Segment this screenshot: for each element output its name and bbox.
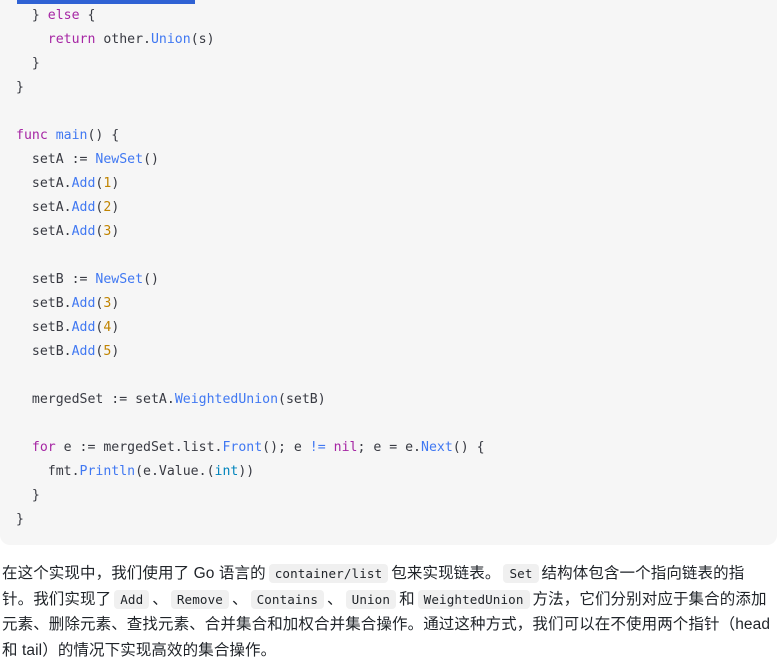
code-token-plain: )	[111, 200, 120, 215]
code-token-fn: Front	[222, 440, 263, 455]
code-token-kw: for	[31, 440, 56, 455]
code-line: func main() {	[16, 124, 485, 148]
explanation-paragraph: 在这个实现中，我们使用了 Go 语言的 container/list 包来实现链表。…	[0, 561, 777, 663]
code-token-fn: Add	[71, 320, 96, 335]
prose-text: 、	[152, 590, 168, 608]
code-token-plain: }	[31, 56, 40, 71]
code-line: setB := NewSet()	[16, 268, 485, 292]
code-token-fn: Add	[71, 200, 96, 215]
code-token-fn: NewSet	[95, 152, 144, 167]
code-token-plain: }	[16, 80, 24, 95]
inline-code-chip: Union	[345, 589, 397, 609]
code-token-fn: Union	[150, 32, 191, 47]
code-line: setB.Add(4)	[16, 316, 485, 340]
inline-code-chip: container/list	[268, 564, 389, 583]
code-line: mergedSet := setA.WeightedUnion(setB)	[16, 388, 485, 412]
code-line: }	[16, 52, 485, 76]
code-line: setA.Add(1)	[16, 172, 485, 196]
code-token-plain: ()	[143, 272, 159, 287]
code-token-plain: ; e = e.	[357, 440, 421, 455]
prose-text: 、	[231, 590, 248, 608]
code-token-plain: )	[111, 296, 120, 311]
code-token-plain: }	[31, 8, 48, 23]
code-line: setA.Add(3)	[16, 220, 485, 244]
code-token-plain: setB.	[31, 344, 72, 359]
code-token-op: !=	[309, 440, 326, 455]
code-token-kw: nil	[333, 440, 358, 455]
code-line: for e := mergedSet.list.Front(); e != ni…	[16, 436, 485, 460]
code-token-plain: setB.	[31, 296, 72, 311]
code-line: }	[16, 76, 485, 100]
code-line: return other.Union(s)	[16, 28, 485, 52]
code-line: } else {	[16, 4, 485, 28]
code-token-type: int	[214, 464, 239, 479]
inline-code-chip: Remove	[170, 589, 229, 609]
code-token-kw: return	[47, 32, 96, 47]
inline-code-chip: Set	[503, 564, 539, 583]
code-token-plain: (); e	[262, 440, 310, 455]
code-token-plain: )	[111, 320, 120, 335]
code-token-fn: Add	[71, 344, 96, 359]
code-content[interactable]: } else { return other.Union(s) }} func m…	[0, 0, 501, 532]
code-line: }	[16, 508, 485, 532]
code-token-plain: () {	[87, 128, 120, 143]
code-token-plain: fmt.	[47, 464, 80, 479]
inline-code-chip: Contains	[250, 589, 325, 609]
code-token-fn: NewSet	[95, 272, 144, 287]
code-token-plain: )	[111, 224, 120, 239]
code-token-plain: (setB)	[278, 392, 326, 407]
code-token-kw: else	[47, 8, 80, 23]
code-line: setA := NewSet()	[16, 148, 485, 172]
code-token-plain: ))	[238, 464, 255, 479]
code-token-fn: Next	[421, 440, 453, 455]
code-line: setB.Add(5)	[16, 340, 485, 364]
code-token-plain: (s)	[190, 32, 215, 47]
code-token-plain: (e.Value.(	[135, 464, 215, 479]
code-token-fn: Add	[71, 176, 96, 191]
code-line: setB.Add(3)	[16, 292, 485, 316]
page-root: } else { return other.Union(s) }} func m…	[0, 0, 777, 670]
code-token-plain: ()	[143, 152, 159, 167]
code-token-plain: {	[79, 8, 96, 23]
code-token-fn: Add	[71, 224, 96, 239]
code-token-plain: () {	[452, 440, 485, 455]
code-token-plain: setA.	[31, 224, 72, 239]
code-token-fn: WeightedUnion	[174, 392, 279, 407]
code-token-plain: )	[111, 176, 120, 191]
code-token-plain: setB.	[31, 320, 72, 335]
code-token-plain: e := mergedSet.list.	[55, 440, 223, 455]
code-token-plain: mergedSet := setA.	[31, 392, 175, 407]
code-token-plain: }	[31, 488, 40, 503]
code-token-plain: setA.	[31, 200, 72, 215]
code-line: }	[16, 484, 485, 508]
code-token-plain: other.	[95, 32, 151, 47]
code-line: setA.Add(2)	[16, 196, 485, 220]
prose-text: 在这个实现中，我们使用了 Go 语言的	[2, 565, 266, 582]
code-block[interactable]: } else { return other.Union(s) }} func m…	[0, 0, 777, 545]
code-line: fmt.Println(e.Value.(int))	[16, 460, 485, 484]
code-token-plain: )	[111, 344, 120, 359]
prose-text: 包来实现链表。	[391, 565, 501, 582]
code-token-kw: func	[16, 128, 48, 143]
code-token-fn: main	[55, 128, 88, 143]
code-token-plain: setB :=	[31, 272, 96, 287]
prose-text: 、	[327, 590, 343, 608]
inline-code-chip: Add	[114, 589, 150, 609]
code-token-plain: setA.	[31, 176, 72, 191]
code-token-fn: Add	[71, 296, 96, 311]
code-token-plain: setA :=	[31, 152, 96, 167]
prose-text: 和	[399, 590, 415, 608]
inline-code-chip: WeightedUnion	[417, 589, 530, 609]
code-token-plain: }	[16, 512, 24, 527]
code-token-fn: Println	[79, 464, 136, 479]
